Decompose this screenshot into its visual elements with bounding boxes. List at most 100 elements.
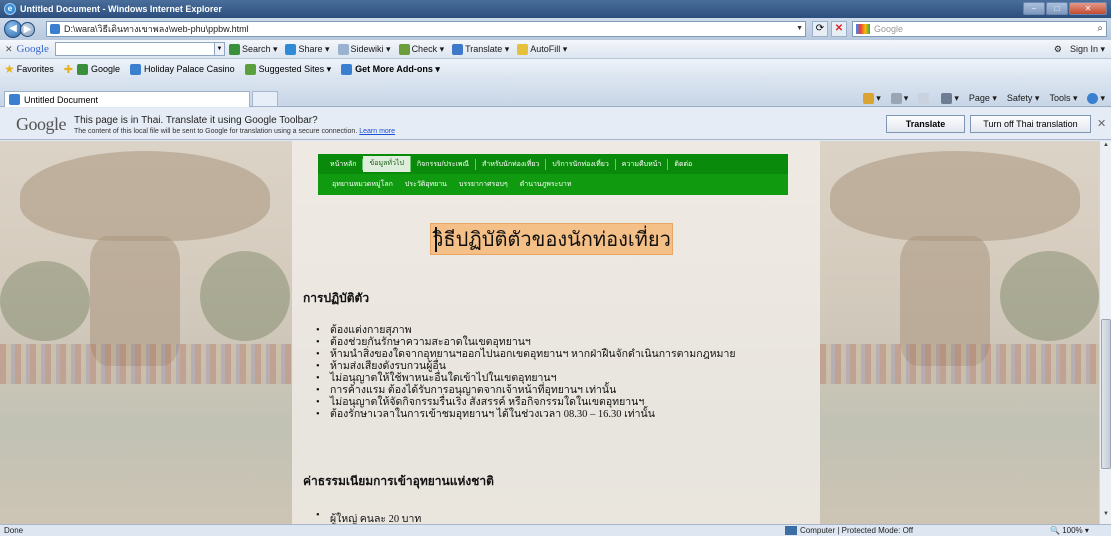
google-search-provider-icon bbox=[856, 24, 870, 34]
window-titlebar: e Untitled Document - Windows Internet E… bbox=[0, 0, 1111, 18]
list-item: การค้างแรม ต้องได้รับการอนุญาตจากเจ้าหน้… bbox=[316, 385, 786, 397]
favorites-star-icon[interactable]: ★ bbox=[4, 62, 15, 76]
tab-untitled-document[interactable]: Untitled Document bbox=[4, 91, 250, 107]
nav-home[interactable]: หน้าหลัก bbox=[324, 158, 364, 170]
nav-activities[interactable]: กิจกรรม/ประเพณี bbox=[411, 158, 477, 170]
address-dropdown-icon[interactable]: ▼ bbox=[796, 25, 803, 32]
search-box[interactable]: Google ⌕ bbox=[852, 21, 1107, 37]
page-icon bbox=[9, 94, 20, 105]
window-title: Untitled Document - Windows Internet Exp… bbox=[20, 4, 222, 14]
toolbar-check-button[interactable]: Check ▾ bbox=[398, 43, 444, 55]
site-navigation: หน้าหลัก ข้อมูลทั่วไป กิจกรรม/ประเพณี สำ… bbox=[318, 154, 788, 197]
section-title-conduct: การปฏิบัติตัว bbox=[303, 291, 370, 305]
maximize-button[interactable]: □ bbox=[1046, 2, 1068, 15]
turn-off-translation-button[interactable]: Turn off Thai translation bbox=[970, 115, 1091, 133]
toolbar-autofill-button[interactable]: AutoFill ▾ bbox=[517, 43, 567, 55]
learn-more-link[interactable]: Learn more bbox=[359, 128, 395, 135]
address-bar[interactable]: D:\wara\วิธีเดินทางเขาพลง\web-phu\ppbw.h… bbox=[46, 21, 806, 37]
minimize-button[interactable]: – bbox=[1023, 2, 1045, 15]
search-icon[interactable]: ⌕ bbox=[1097, 23, 1103, 34]
favorites-bar: ★ Favorites ✚ Google Holiday Palace Casi… bbox=[0, 59, 1111, 79]
favorite-suggested-sites[interactable]: Suggested Sites ▾ bbox=[244, 63, 331, 75]
nav-tourist-services[interactable]: บริการนักท่องเที่ยว bbox=[546, 158, 616, 170]
computer-zone-icon bbox=[785, 526, 797, 535]
new-tab-button[interactable] bbox=[252, 91, 278, 107]
forward-button[interactable]: ▶ bbox=[20, 21, 35, 37]
google-toolbar: ✕ Google ▼ Search ▾ Share ▾ Sidewiki ▾ C… bbox=[0, 40, 1111, 59]
home-button[interactable]: ▾ bbox=[863, 93, 881, 105]
safety-menu[interactable]: Safety ▾ bbox=[1007, 93, 1040, 104]
nav-general-info[interactable]: ข้อมูลทั่วไป bbox=[363, 156, 411, 172]
zoom-level[interactable]: 🔍 100% ▾ bbox=[1050, 526, 1089, 535]
nav-progress[interactable]: ความคืบหน้า bbox=[616, 158, 669, 170]
fees-list: ผู้ใหญ่ คนละ 20 บาท bbox=[316, 510, 421, 524]
favorite-google[interactable]: Google bbox=[77, 63, 120, 75]
status-text: Done bbox=[4, 526, 24, 535]
wrench-icon[interactable]: ⚙ bbox=[1054, 44, 1062, 55]
refresh-stop-group: ⟳ ✕ bbox=[812, 21, 847, 37]
translate-message: This page is in Thai. Translate it using… bbox=[74, 115, 318, 126]
autofill-icon bbox=[517, 43, 529, 55]
list-item: ห้ามนำสิ่งของใดจากอุทยานฯออกไปนอกเขตอุทย… bbox=[316, 349, 786, 361]
subnav-park-history[interactable]: ประวัติอุทยาน bbox=[399, 179, 453, 190]
list-item: ไม่อนุญาตให้ใช้พาหนะอื่นใดเข้าไปในเขตอุท… bbox=[316, 373, 786, 385]
suggested-sites-icon bbox=[244, 63, 256, 75]
address-url[interactable]: D:\wara\วิธีเดินทางเขาพลง\web-phu\ppbw.h… bbox=[64, 22, 249, 36]
translate-icon bbox=[452, 43, 464, 55]
favorites-label[interactable]: Favorites bbox=[17, 64, 54, 74]
scroll-up-arrow-icon[interactable]: ▲ bbox=[1101, 142, 1111, 154]
security-zone[interactable]: Computer | Protected Mode: Off bbox=[785, 526, 913, 535]
add-favorite-icon[interactable]: ✚ bbox=[64, 63, 73, 76]
command-bar: ▾ ▾ ▾ Page ▾ Safety ▾ Tools ▾ ▾ bbox=[863, 93, 1105, 105]
subnav-world-heritage[interactable]: อุทยานหมวดหมู่โลก bbox=[326, 179, 399, 190]
favorite-get-addons[interactable]: Get More Add-ons ▾ bbox=[341, 63, 440, 75]
conduct-rules-list: ต้องแต่งกายสุภาพ ต้องช่วยกันรักษาความสะอ… bbox=[316, 325, 786, 421]
status-bar: Done Computer | Protected Mode: Off 🔍 10… bbox=[0, 524, 1111, 536]
refresh-icon[interactable]: ⟳ bbox=[812, 21, 828, 37]
tools-menu[interactable]: Tools ▾ bbox=[1049, 93, 1077, 104]
page-title: วิธีปฏิบัติตัวของนักท่องเที่ยว bbox=[430, 223, 673, 255]
subnav-legend[interactable]: ตำนานภูพระบาท bbox=[514, 179, 578, 190]
toolbar-share-button[interactable]: Share ▾ bbox=[285, 43, 330, 55]
stop-icon[interactable]: ✕ bbox=[831, 21, 847, 37]
subnav-surroundings[interactable]: บรรยากาศรอบๆ bbox=[453, 179, 514, 190]
translate-submessage: The content of this local file will be s… bbox=[74, 128, 396, 135]
primary-nav: หน้าหลัก ข้อมูลทั่วไป กิจกรรม/ประเพณี สำ… bbox=[318, 154, 788, 174]
search-toolbar-icon bbox=[228, 43, 240, 55]
background-photo-left bbox=[0, 141, 292, 524]
close-translate-bar-icon[interactable]: ✕ bbox=[1097, 117, 1106, 130]
list-item: ต้องช่วยกันรักษาความสะอาดในเขตอุทยานฯ bbox=[316, 337, 786, 349]
tab-title: Untitled Document bbox=[24, 94, 99, 105]
translate-google-logo: Google bbox=[16, 114, 67, 134]
feeds-button[interactable]: ▾ bbox=[890, 93, 908, 105]
favorite-holiday-palace[interactable]: Holiday Palace Casino bbox=[130, 63, 235, 75]
toolbar-search-button[interactable]: Search ▾ bbox=[228, 43, 277, 55]
section-title-fees: ค่าธรรมเนียมการเข้าอุทยานแห่งชาติ bbox=[303, 474, 494, 488]
mail-button[interactable] bbox=[918, 93, 931, 105]
list-item: ไม่อนุญาตให้จัดกิจกรรมรื่นเริง สังสรรค์ … bbox=[316, 397, 786, 409]
vertical-scrollbar[interactable]: ▲ ▼ bbox=[1099, 141, 1111, 524]
nav-for-tourists[interactable]: สำหรับนักท่องเที่ยว bbox=[476, 158, 547, 170]
page-menu[interactable]: Page ▾ bbox=[969, 93, 997, 104]
page-content: หน้าหลัก ข้อมูลทั่วไป กิจกรรม/ประเพณี สำ… bbox=[0, 141, 1099, 524]
scroll-down-arrow-icon[interactable]: ▼ bbox=[1101, 511, 1111, 523]
toolbar-translate-button[interactable]: Translate ▾ bbox=[452, 43, 509, 55]
help-button[interactable]: ▾ bbox=[1087, 93, 1105, 105]
ie-page-icon bbox=[130, 63, 142, 75]
spellcheck-icon bbox=[398, 43, 410, 55]
close-window-button[interactable]: ✕ bbox=[1069, 2, 1107, 15]
list-item: ต้องแต่งกายสุภาพ bbox=[316, 325, 786, 337]
nav-contact[interactable]: ติดต่อ bbox=[668, 159, 698, 170]
help-icon bbox=[1087, 93, 1099, 105]
print-button[interactable]: ▾ bbox=[941, 93, 959, 105]
scrollbar-thumb[interactable] bbox=[1101, 319, 1111, 469]
google-favicon-icon bbox=[77, 63, 88, 75]
toolbar-sign-in[interactable]: ⚙ Sign In ▾ bbox=[1054, 44, 1105, 55]
translate-button[interactable]: Translate bbox=[886, 115, 965, 133]
toolbar-sidewiki-button[interactable]: Sidewiki ▾ bbox=[337, 43, 391, 55]
close-toolbar-icon[interactable]: ✕ bbox=[5, 44, 13, 55]
address-row: ◀ ▶ D:\wara\วิธีเดินทางเขาพลง\web-phu\pp… bbox=[0, 18, 1111, 40]
share-icon bbox=[285, 43, 297, 55]
google-toolbar-input[interactable] bbox=[54, 42, 215, 56]
google-toolbar-dropdown-icon[interactable]: ▼ bbox=[214, 42, 225, 56]
